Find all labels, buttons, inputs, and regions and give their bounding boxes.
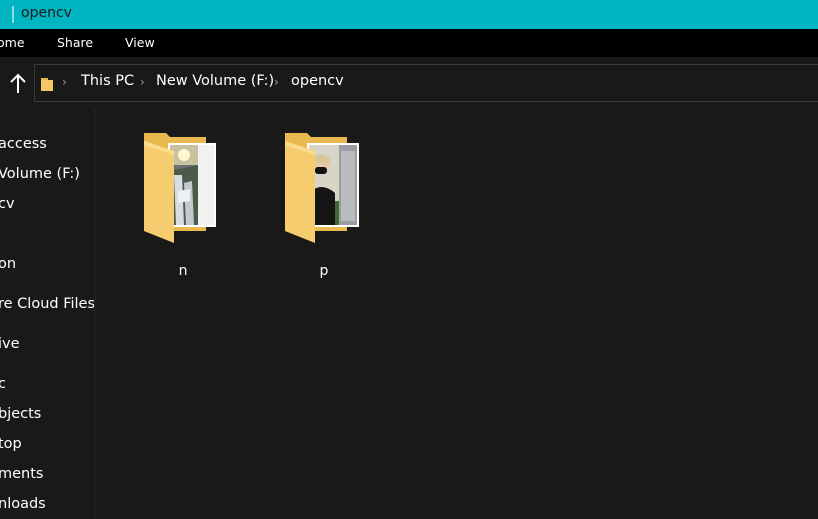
- nav-item-opencv[interactable]: cv: [0, 196, 15, 212]
- folder-icon: [144, 133, 216, 243]
- folder-icon: [285, 133, 359, 243]
- ribbon-tabs: ome Share View: [0, 29, 818, 57]
- tab-share[interactable]: Share: [57, 35, 93, 50]
- breadcrumb-new-volume[interactable]: New Volume (F:): [156, 73, 274, 89]
- breadcrumb-opencv[interactable]: opencv: [291, 73, 344, 89]
- breadcrumb-this-pc[interactable]: This PC: [81, 73, 134, 89]
- nav-item-on[interactable]: on: [0, 256, 16, 272]
- folder-item-p[interactable]: p: [279, 131, 369, 279]
- folder-item-n[interactable]: n: [138, 131, 228, 279]
- folder-icon: [41, 78, 53, 91]
- chevron-right-icon[interactable]: ›: [274, 75, 279, 89]
- chevron-right-icon[interactable]: ›: [62, 75, 67, 89]
- window-title: opencv: [21, 5, 72, 21]
- title-bar: opencv: [0, 0, 818, 29]
- nav-item-3d-objects[interactable]: bjects: [0, 406, 41, 422]
- nav-item-documents[interactable]: ments: [0, 466, 43, 482]
- folder-content-area: n p: [98, 109, 818, 519]
- waterfall-thumbnail: [168, 143, 216, 227]
- nav-item-downloads[interactable]: nloads: [0, 496, 46, 512]
- nav-item-cloud-files[interactable]: re Cloud Files: [0, 296, 94, 312]
- chevron-right-icon[interactable]: ›: [140, 75, 145, 89]
- navigation-row: › This PC › New Volume (F:) › opencv: [0, 57, 818, 109]
- title-separator: [12, 6, 14, 23]
- nav-item-desktop[interactable]: top: [0, 436, 22, 452]
- folder-name: p: [319, 263, 329, 279]
- navigation-pane: access Volume (F:) cv on re Cloud Files …: [0, 109, 96, 519]
- nav-item-quick-access[interactable]: access: [0, 136, 47, 152]
- nav-item-this-pc[interactable]: c: [0, 376, 6, 392]
- up-arrow-icon: [10, 73, 26, 93]
- tab-view[interactable]: View: [125, 35, 155, 50]
- address-bar[interactable]: › This PC › New Volume (F:) › opencv: [34, 64, 818, 102]
- nav-item-new-volume[interactable]: Volume (F:): [0, 166, 80, 182]
- nav-item-onedrive[interactable]: ive: [0, 336, 20, 352]
- up-button[interactable]: [6, 71, 30, 97]
- folder-name: n: [178, 263, 188, 279]
- tab-home[interactable]: ome: [0, 35, 25, 50]
